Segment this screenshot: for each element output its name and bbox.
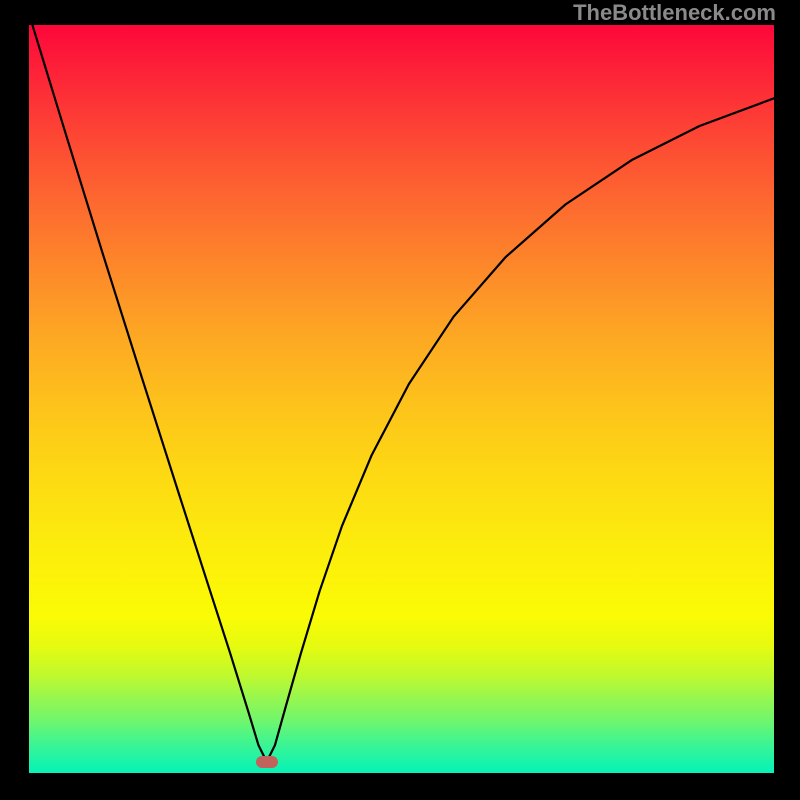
- plot-area: [29, 25, 774, 773]
- curve-path: [29, 25, 774, 762]
- bottleneck-curve: [29, 25, 774, 773]
- watermark-label: TheBottleneck.com: [573, 0, 776, 26]
- optimum-marker: [256, 756, 278, 768]
- chart-frame: TheBottleneck.com: [0, 0, 800, 800]
